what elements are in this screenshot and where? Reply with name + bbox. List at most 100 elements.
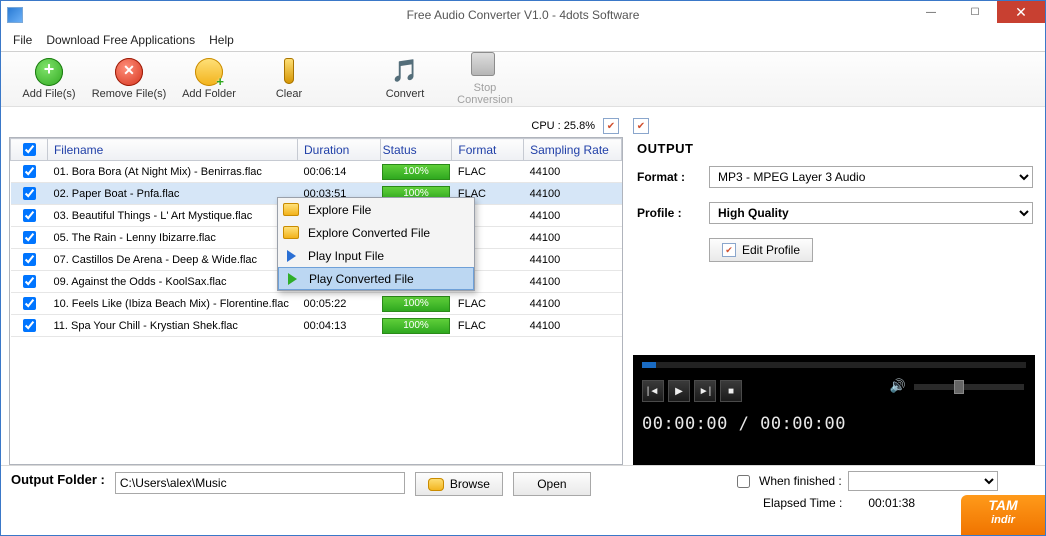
ctx-play-converted[interactable]: Play Converted File <box>278 267 474 290</box>
clear-button[interactable]: Clear <box>249 58 329 100</box>
format-select[interactable]: MP3 - MPEG Layer 3 Audio <box>709 166 1033 188</box>
cpu-label: CPU : 25.8% <box>531 120 595 132</box>
menu-file[interactable]: File <box>13 33 32 47</box>
when-finished-checkbox[interactable] <box>737 475 750 488</box>
cell-sampling: 44100 <box>524 315 622 337</box>
cell-sampling: 44100 <box>524 227 622 249</box>
plus-icon <box>35 58 63 86</box>
window-title: Free Audio Converter V1.0 - 4dots Softwa… <box>1 8 1045 22</box>
stop-icon <box>471 52 495 76</box>
row-checkbox[interactable] <box>23 231 36 244</box>
title-bar: Free Audio Converter V1.0 - 4dots Softwa… <box>1 1 1045 29</box>
folder-icon <box>283 203 299 216</box>
play-icon <box>287 250 296 262</box>
profile-select[interactable]: High Quality <box>709 202 1033 224</box>
cell-sampling: 44100 <box>524 161 622 183</box>
cell-filename: 03. Beautiful Things - L' Art Mystique.f… <box>47 205 297 227</box>
table-row[interactable]: 01. Bora Bora (At Night Mix) - Benirras.… <box>11 161 622 183</box>
col-duration[interactable]: Duration <box>298 139 381 161</box>
row-checkbox[interactable] <box>23 319 36 332</box>
convert-button[interactable]: 🎵Convert <box>365 58 445 100</box>
ctx-play-input[interactable]: Play Input File <box>278 244 474 267</box>
cell-duration: 00:06:14 <box>298 161 381 183</box>
app-window: Free Audio Converter V1.0 - 4dots Softwa… <box>0 0 1046 536</box>
col-sampling[interactable]: Sampling Rate <box>524 139 622 161</box>
stop-conversion-button[interactable]: Stop Conversion <box>445 52 525 106</box>
select-all-checkbox[interactable] <box>23 143 36 156</box>
remove-files-button[interactable]: Remove File(s) <box>89 58 169 100</box>
cell-status: 100% <box>380 315 452 337</box>
col-format[interactable]: Format <box>452 139 524 161</box>
table-row[interactable]: 10. Feels Like (Ibiza Beach Mix) - Flore… <box>11 293 622 315</box>
play-button[interactable]: ▶ <box>668 380 690 402</box>
maximize-button[interactable]: ☐ <box>953 1 997 23</box>
elapsed-label: Elapsed Time : <box>763 496 842 510</box>
format-label: Format : <box>637 170 709 184</box>
volume-slider[interactable] <box>914 384 1024 390</box>
col-filename[interactable]: Filename <box>47 139 297 161</box>
row-checkbox[interactable] <box>23 187 36 200</box>
cell-format: FLAC <box>452 293 524 315</box>
row-checkbox[interactable] <box>23 275 36 288</box>
folder-icon <box>283 226 299 239</box>
cell-status: 100% <box>380 161 452 183</box>
ctx-explore-file[interactable]: Explore File <box>278 198 474 221</box>
stop-button[interactable]: ■ <box>720 380 742 402</box>
cell-filename: 10. Feels Like (Ibiza Beach Mix) - Flore… <box>47 293 297 315</box>
cell-status: 100% <box>380 293 452 315</box>
cell-duration: 00:04:13 <box>298 315 381 337</box>
broom-icon <box>284 58 294 84</box>
cell-sampling: 44100 <box>524 183 622 205</box>
row-checkbox[interactable] <box>23 253 36 266</box>
seek-bar[interactable] <box>642 362 1026 368</box>
cell-duration: 00:05:22 <box>298 293 381 315</box>
file-table: Filename Duration Status Format Sampling… <box>9 137 623 465</box>
convert-icon: 🎵 <box>391 58 419 86</box>
cell-sampling: 44100 <box>524 271 622 293</box>
media-player: |◄ ▶ ►| ■ 🔊 00:00:00 / 00:00:00 <box>633 355 1035 465</box>
when-finished-select[interactable] <box>848 471 998 491</box>
cell-filename: 09. Against the Odds - KoolSax.flac <box>47 271 297 293</box>
row-checkbox[interactable] <box>23 209 36 222</box>
cell-filename: 07. Castillos De Arena - Deep & Wide.fla… <box>47 249 297 271</box>
add-folder-button[interactable]: Add Folder <box>169 58 249 100</box>
toolbar: Add File(s) Remove File(s) Add Folder Cl… <box>1 51 1045 107</box>
speaker-icon: 🔊 <box>890 378 906 394</box>
cell-filename: 01. Bora Bora (At Night Mix) - Benirras.… <box>47 161 297 183</box>
folder-plus-icon <box>195 58 223 86</box>
folder-icon <box>428 478 444 491</box>
cell-filename: 05. The Rain - Lenny Ibizarre.flac <box>47 227 297 249</box>
menu-help[interactable]: Help <box>209 33 234 47</box>
footer: Output Folder : Browse Open When finishe… <box>1 465 1045 535</box>
row-checkbox[interactable] <box>23 297 36 310</box>
open-button[interactable]: Open <box>513 472 591 496</box>
cell-filename: 02. Paper Boat - Pnfa.flac <box>47 183 297 205</box>
minimize-button[interactable]: — <box>909 1 953 23</box>
when-finished-label: When finished : <box>759 474 842 488</box>
next-button[interactable]: ►| <box>694 380 716 402</box>
output-settings-button[interactable]: ✔ <box>633 118 649 134</box>
browse-button[interactable]: Browse <box>415 472 503 496</box>
row-checkbox[interactable] <box>23 165 36 178</box>
edit-profile-button[interactable]: ✔ Edit Profile <box>709 238 813 262</box>
close-button[interactable]: ✕ <box>997 1 1045 23</box>
menu-download[interactable]: Download Free Applications <box>46 33 195 47</box>
ctx-explore-converted[interactable]: Explore Converted File <box>278 221 474 244</box>
app-icon <box>7 7 23 23</box>
output-folder-input[interactable] <box>115 472 405 494</box>
cell-format: FLAC <box>452 315 524 337</box>
elapsed-value: 00:01:38 <box>868 496 915 510</box>
add-files-button[interactable]: Add File(s) <box>9 58 89 100</box>
cell-filename: 11. Spa Your Chill - Krystian Shek.flac <box>47 315 297 337</box>
col-status[interactable]: Status <box>380 139 452 161</box>
prev-button[interactable]: |◄ <box>642 380 664 402</box>
col-check[interactable] <box>11 139 48 161</box>
profile-label: Profile : <box>637 206 709 220</box>
context-menu: Explore File Explore Converted File Play… <box>277 197 475 291</box>
cpu-settings-button[interactable]: ✔ <box>603 118 619 134</box>
brand-badge: TAMindir <box>961 495 1045 535</box>
table-row[interactable]: 11. Spa Your Chill - Krystian Shek.flac0… <box>11 315 622 337</box>
play-icon <box>288 273 297 285</box>
cell-sampling: 44100 <box>524 205 622 227</box>
cell-sampling: 44100 <box>524 249 622 271</box>
